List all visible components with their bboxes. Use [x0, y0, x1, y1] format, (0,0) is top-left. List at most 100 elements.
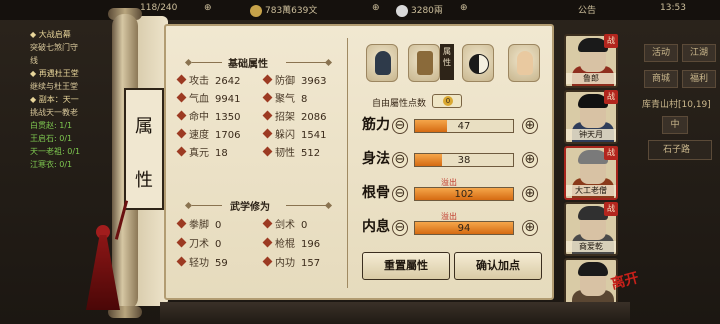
decrease-button[interactable]: ⊖ [392, 220, 408, 236]
add-copper-icon[interactable]: ⊕ [372, 3, 380, 13]
increase-button[interactable]: ⊕ [522, 118, 538, 134]
add-energy-icon[interactable]: ⊕ [204, 3, 212, 13]
confirm-allocation-button[interactable]: 确认加点 [454, 252, 542, 280]
attribute-bar: 47 [414, 119, 514, 133]
scroll-book-icon [417, 51, 433, 75]
martial-stat: 内功 157 [262, 254, 320, 269]
party-member-name: 鲁郎 [566, 73, 616, 84]
attribute-value: 102 [454, 189, 474, 200]
event-button[interactable]: 活动 [644, 44, 678, 62]
quest-line: 江寒衣: 0/1 [30, 160, 73, 169]
martial-stat: 枪棍 196 [262, 235, 321, 250]
stat-label: 轻功 [189, 258, 209, 269]
party-member-name: 钟天月 [566, 129, 616, 140]
stat-value: 0 [215, 220, 222, 231]
stat-diamond-icon [262, 128, 273, 139]
quest-line: ◆ 再遇杜王堂 [30, 69, 79, 78]
stat-value: 196 [301, 239, 321, 250]
silver-icon [396, 4, 408, 17]
section-line [192, 205, 222, 206]
decrease-button[interactable]: ⊖ [392, 118, 408, 134]
increase-button[interactable]: ⊕ [522, 186, 538, 202]
stat-label: 剑术 [275, 220, 295, 231]
quest-line: 继续与杜王堂 [30, 82, 78, 91]
shop-button[interactable]: 商城 [644, 70, 678, 88]
yin-yang-tab[interactable] [462, 44, 494, 82]
section-line [286, 62, 326, 63]
scroll-title-char-2: 性 [135, 170, 153, 191]
stat-diamond-icon [176, 128, 187, 139]
zone-indicator[interactable]: 中 [662, 116, 688, 134]
welfare-button[interactable]: 福利 [682, 70, 716, 88]
battle-tag: 战 [604, 202, 618, 216]
martial-stat: 刀术 0 [176, 235, 222, 250]
stat-label: 防御 [275, 76, 295, 87]
stat-label: 命中 [189, 112, 209, 123]
stat-label: 枪棍 [275, 239, 295, 250]
panel-divider [347, 38, 348, 288]
quest-line: 挑战天一教老 [30, 108, 78, 117]
attribute-name: 筋力 [362, 117, 390, 133]
party-member-portrait[interactable]: 鲁郎 战 [564, 34, 618, 88]
stat-diamond-icon [176, 146, 187, 157]
martial-title: 武学修为 [230, 202, 270, 213]
attribute-value: 47 [457, 121, 471, 132]
battle-tag: 战 [604, 90, 618, 104]
quest-line: 线 [30, 56, 38, 65]
stat-value: 1706 [215, 130, 241, 141]
stat-diamond-icon [176, 237, 187, 248]
reset-attributes-button[interactable]: 重置屬性 [362, 252, 450, 280]
basic-stat: 聚气 8 [262, 90, 307, 105]
quest-line: ◆ 大战启幕 [30, 30, 71, 39]
battle-tag: 战 [604, 146, 618, 160]
stat-label: 招架 [275, 112, 295, 123]
free-points-value: 0 [443, 96, 453, 106]
attribute-tab-label[interactable]: 属性 [440, 44, 454, 80]
basic-stat: 气血 9941 [176, 90, 241, 105]
character-portrait-tab[interactable] [366, 44, 398, 82]
stat-diamond-icon [262, 110, 273, 121]
clock: 13:53 [660, 3, 686, 13]
stat-label: 躲闪 [275, 130, 295, 141]
meridian-tab[interactable] [508, 44, 540, 82]
party-member-portrait[interactable]: 大工老僧 战 [564, 146, 618, 200]
copper-coin-icon [250, 4, 262, 17]
copper-counter: 783萬639文 [250, 3, 317, 17]
increase-button[interactable]: ⊕ [522, 220, 538, 236]
stat-label: 聚气 [275, 94, 295, 105]
decrease-button[interactable]: ⊖ [392, 152, 408, 168]
yin-yang-icon [469, 54, 489, 74]
increase-button[interactable]: ⊕ [522, 152, 538, 168]
jianghu-button[interactable]: 江湖 [682, 44, 716, 62]
battle-tag: 战 [604, 34, 618, 48]
hair [578, 262, 608, 276]
stat-value: 0 [215, 239, 222, 250]
stat-diamond-icon [176, 92, 187, 103]
section-line [192, 62, 222, 63]
stone-road-button[interactable]: 石子路 [648, 140, 712, 160]
basic-stat: 命中 1350 [176, 108, 241, 123]
silver-counter: 3280兩 [396, 3, 443, 17]
basic-stat: 真元 18 [176, 144, 228, 159]
attribute-tab[interactable] [408, 44, 440, 82]
stat-value: 1350 [215, 112, 241, 123]
party-member-name: 商爱乾 [566, 241, 616, 252]
stat-value: 59 [215, 258, 228, 269]
attribute-name: 身法 [362, 151, 390, 167]
stat-diamond-icon [176, 218, 187, 229]
stat-value: 3963 [301, 76, 327, 87]
basic-stat: 攻击 2642 [176, 72, 241, 87]
notice-button[interactable]: 公告 [578, 3, 596, 16]
character-figure-icon [375, 51, 391, 75]
add-silver-icon[interactable]: ⊕ [460, 3, 468, 13]
party-member-portrait[interactable]: 钟天月 战 [564, 90, 618, 144]
basic-attributes-title: 基础属性 [228, 59, 268, 70]
stat-label: 气血 [189, 94, 209, 105]
quest-log[interactable]: ◆ 大战启幕 突破七煞门守线 ◆ 再遇杜王堂 继续与杜王堂 ◆ 副本：天一 挑战天一教老白… [30, 28, 120, 171]
stat-value: 2642 [215, 76, 241, 87]
stat-value: 18 [215, 148, 228, 159]
decrease-button[interactable]: ⊖ [392, 186, 408, 202]
stat-label: 韧性 [275, 148, 295, 159]
party-member-portrait[interactable]: 商爱乾 战 [564, 202, 618, 256]
stat-value: 9941 [215, 94, 241, 105]
